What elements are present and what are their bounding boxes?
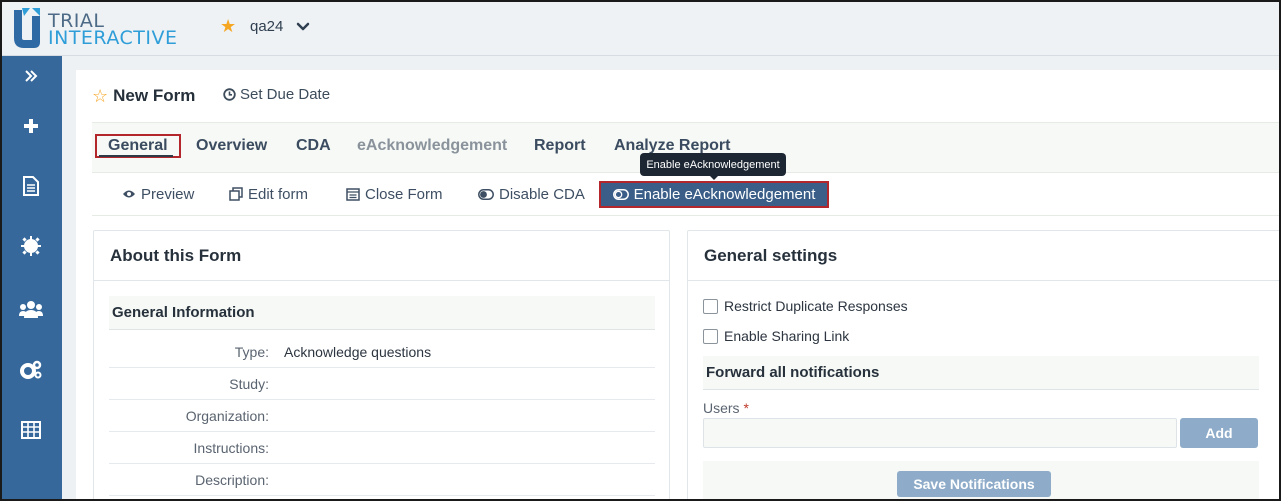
toggle-off-icon xyxy=(612,189,629,200)
restrict-duplicates-option[interactable]: Restrict Duplicate Responses xyxy=(703,298,908,314)
left-sidebar xyxy=(0,56,62,501)
edit-form-label: Edit form xyxy=(248,185,309,203)
expand-chevrons-icon xyxy=(25,70,38,82)
tab-cda[interactable]: CDA xyxy=(296,136,331,158)
info-row-type: Type: Acknowledge questions xyxy=(109,336,655,368)
copy-edit-icon xyxy=(229,187,243,201)
tooltip-arrow xyxy=(709,175,719,180)
about-form-header: About this Form xyxy=(94,231,669,281)
users-field-label: Users * xyxy=(703,400,749,416)
general-settings-title: General settings xyxy=(704,246,838,265)
tooltip: Enable eAcknowledgement xyxy=(640,153,786,176)
favorite-form-star-icon[interactable]: ☆ xyxy=(92,86,108,107)
info-value: Acknowledge questions xyxy=(284,344,432,360)
users-icon xyxy=(19,301,43,318)
enable-sharing-label: Enable Sharing Link xyxy=(724,328,850,344)
trial-interactive-logo[interactable]: TRIAL INTERACTIVE xyxy=(10,4,180,52)
logo-text-interactive: INTERACTIVE xyxy=(48,27,178,49)
enable-sharing-option[interactable]: Enable Sharing Link xyxy=(703,328,849,344)
tab-overview[interactable]: Overview xyxy=(196,136,267,158)
logo-mark-icon xyxy=(14,8,40,48)
chevron-down-icon[interactable] xyxy=(295,19,311,35)
restrict-duplicates-checkbox[interactable] xyxy=(703,298,718,314)
table-icon xyxy=(21,421,41,439)
clock-icon xyxy=(223,88,236,101)
cogs-icon xyxy=(20,360,42,379)
enable-eacknowledgement-button[interactable]: Enable eAcknowledgement xyxy=(599,181,829,208)
set-due-date-link[interactable]: Set Due Date xyxy=(223,86,330,103)
add-user-button[interactable]: Add xyxy=(1180,418,1258,448)
sidebar-item-configuration[interactable] xyxy=(0,352,62,388)
sidebar-item-add[interactable] xyxy=(0,108,62,144)
info-label: Type: xyxy=(234,344,269,360)
info-row-instructions: Instructions: xyxy=(109,432,655,464)
preview-button[interactable]: Preview xyxy=(122,185,194,203)
general-information-title: General Information xyxy=(112,304,255,321)
edit-form-button[interactable]: Edit form xyxy=(229,185,308,203)
toggle-on-icon xyxy=(478,188,494,200)
info-label: Description: xyxy=(195,472,269,488)
page-title: New Form xyxy=(113,86,196,105)
restrict-duplicates-label: Restrict Duplicate Responses xyxy=(724,298,908,314)
disable-cda-label: Disable CDA xyxy=(499,185,585,203)
close-form-label: Close Form xyxy=(365,185,443,203)
top-header: TRIAL INTERACTIVE ★ qa24 xyxy=(0,0,1281,56)
enable-sharing-checkbox[interactable] xyxy=(703,328,718,344)
sidebar-item-documents[interactable] xyxy=(0,168,62,204)
close-form-button[interactable]: Close Form xyxy=(346,185,443,203)
sidebar-expand-button[interactable] xyxy=(0,58,62,94)
sidebar-item-users[interactable] xyxy=(0,292,62,328)
forward-notifications-title: Forward all notifications xyxy=(706,364,880,381)
plus-icon xyxy=(24,119,38,133)
gear-badge-icon xyxy=(21,236,41,256)
document-icon xyxy=(23,176,39,196)
sidebar-item-reports[interactable] xyxy=(0,412,62,448)
eye-icon xyxy=(123,190,135,198)
disable-cda-button[interactable]: Disable CDA xyxy=(478,185,585,203)
info-row-organization: Organization: xyxy=(109,400,655,432)
favorite-star-icon[interactable]: ★ xyxy=(220,16,236,37)
save-notifications-button[interactable]: Save Notifications xyxy=(897,471,1051,497)
required-indicator: * xyxy=(743,400,749,416)
users-input[interactable] xyxy=(703,418,1177,448)
sidebar-item-settings-badge[interactable] xyxy=(0,228,62,264)
enable-eacknowledgement-label: Enable eAcknowledgement xyxy=(633,186,816,203)
active-tab-underline xyxy=(99,155,173,157)
set-due-date-label: Set Due Date xyxy=(240,86,331,103)
info-label: Organization: xyxy=(185,408,269,424)
info-label: Instructions: xyxy=(193,440,269,456)
users-label-text: Users xyxy=(703,400,740,416)
about-form-title: About this Form xyxy=(110,246,242,265)
form-window-icon xyxy=(346,187,360,201)
preview-label: Preview xyxy=(141,185,195,203)
tab-report[interactable]: Report xyxy=(534,136,586,158)
info-label: Study: xyxy=(229,376,269,392)
study-selector-label[interactable]: qa24 xyxy=(250,18,283,35)
tab-eacknowledgement[interactable]: eAcknowledgement xyxy=(357,136,507,158)
form-title-row: ☆ New Form xyxy=(92,84,195,108)
general-settings-header: General settings xyxy=(688,231,1280,281)
info-row-study: Study: xyxy=(109,368,655,400)
info-row-description: Description: xyxy=(109,464,655,496)
